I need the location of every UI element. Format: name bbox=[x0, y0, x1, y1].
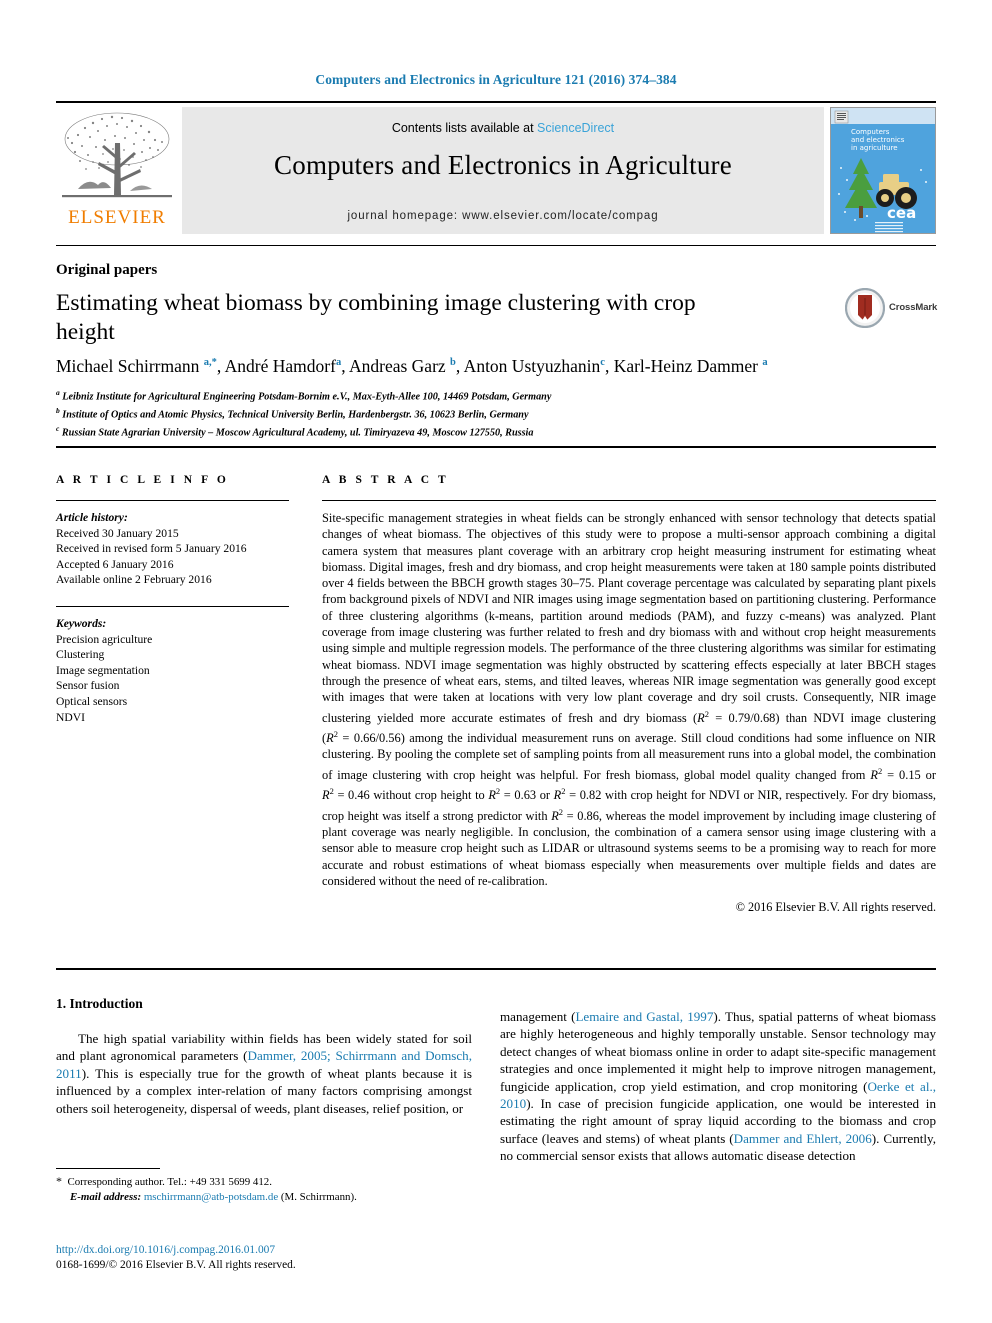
footer-block: http://dx.doi.org/10.1016/j.compag.2016.… bbox=[56, 1243, 556, 1273]
running-head: Computers and Electronics in Agriculture… bbox=[315, 72, 677, 87]
keyword-item: Optical sensors bbox=[56, 694, 128, 708]
email-note: E-mail address: mschirrmann@atb-potsdam.… bbox=[70, 1190, 357, 1203]
intro-paragraph-right: management (Lemaire and Gastal, 1997). T… bbox=[500, 1009, 937, 1164]
contents-available-line: Contents lists available at ScienceDirec… bbox=[182, 121, 824, 135]
crossmark-icon bbox=[844, 287, 886, 329]
article-history-list: Received 30 January 2015 Received in rev… bbox=[56, 526, 289, 588]
affiliation-item: b Institute of Optics and Atomic Physics… bbox=[56, 405, 529, 421]
article-info-column: A R T I C L E I N F O Article history: R… bbox=[56, 474, 289, 725]
corresponding-author-note: * Corresponding author. Tel.: +49 331 56… bbox=[56, 1174, 272, 1188]
intro-paragraph-left: The high spatial variability within fiel… bbox=[56, 1031, 472, 1116]
keywords-rule bbox=[56, 605, 289, 607]
keyword-item: NDVI bbox=[56, 710, 85, 724]
keywords-label: Keywords: bbox=[56, 616, 107, 630]
article-type-kicker: Original papers bbox=[56, 262, 158, 278]
svg-text:Computers: Computers bbox=[851, 128, 890, 136]
keywords-block: Keywords: Precision agriculture Clusteri… bbox=[56, 605, 289, 725]
article-info-rule bbox=[56, 500, 289, 501]
elsevier-tree-icon bbox=[62, 112, 172, 198]
keyword-item: Image segmentation bbox=[56, 663, 150, 677]
history-item: Accepted 6 January 2016 bbox=[56, 557, 174, 571]
body-column-right: management (Lemaire and Gastal, 1997). T… bbox=[500, 1008, 936, 1165]
affiliation-list: a Leibniz Institute for Agricultural Eng… bbox=[56, 386, 936, 440]
paper-page: Computers and Electronics in Agriculture… bbox=[0, 0, 992, 1323]
title-divider bbox=[56, 245, 936, 246]
doi-link[interactable]: http://dx.doi.org/10.1016/j.compag.2016.… bbox=[56, 1243, 556, 1258]
sciencedirect-link[interactable]: ScienceDirect bbox=[537, 121, 614, 135]
journal-cover-art: Computers and electronics in agriculture bbox=[831, 108, 935, 233]
article-info-heading: A R T I C L E I N F O bbox=[56, 474, 229, 486]
abstract-rule bbox=[322, 500, 936, 501]
keyword-item: Clustering bbox=[56, 648, 105, 662]
journal-title: Computers and Electronics in Agriculture bbox=[274, 150, 732, 180]
abstract-bottom-rule bbox=[56, 968, 936, 970]
footnote-block: * Corresponding author. Tel.: +49 331 56… bbox=[56, 1174, 472, 1204]
article-history-label: Article history: bbox=[56, 511, 128, 524]
abstract-heading: A B S T R A C T bbox=[322, 474, 449, 486]
elsevier-wordmark: ELSEVIER bbox=[68, 207, 166, 228]
affiliation-item: a Leibniz Institute for Agricultural Eng… bbox=[56, 388, 552, 403]
svg-text:in agriculture: in agriculture bbox=[851, 144, 898, 152]
footnote-divider bbox=[56, 1168, 160, 1169]
abstract-top-rule bbox=[56, 446, 936, 448]
crossmark-label: CrossMark bbox=[889, 302, 938, 313]
journal-masthead: ELSEVIER Contents lists available at Sci… bbox=[56, 101, 936, 234]
contents-prefix: Contents lists available at bbox=[391, 121, 538, 135]
svg-text:cea: cea bbox=[887, 204, 916, 222]
elsevier-logo: ELSEVIER bbox=[56, 107, 178, 234]
abstract-column: A B S T R A C T Site-specific management… bbox=[322, 474, 936, 915]
journal-homepage-link[interactable]: journal homepage: www.elsevier.com/locat… bbox=[182, 210, 824, 222]
copyright-line: © 2016 Elsevier B.V. All rights reserved… bbox=[735, 900, 936, 915]
page-title: Estimating wheat biomass by combining im… bbox=[56, 290, 696, 345]
keyword-item: Sensor fusion bbox=[56, 679, 120, 693]
history-item: Received 30 January 2015 bbox=[56, 526, 179, 540]
history-item: Available online 2 February 2016 bbox=[56, 573, 212, 587]
body-column-left: The high spatial variability within fiel… bbox=[56, 1030, 472, 1117]
keyword-item: Precision agriculture bbox=[56, 632, 153, 646]
history-item: Received in revised form 5 January 2016 bbox=[56, 542, 247, 556]
journal-cover-thumbnail[interactable]: Computers and electronics in agriculture bbox=[830, 107, 936, 234]
crossmark-badge[interactable]: CrossMark bbox=[844, 287, 938, 332]
svg-text:and electronics: and electronics bbox=[851, 136, 905, 144]
masthead-center-panel: Contents lists available at ScienceDirec… bbox=[182, 107, 824, 234]
author-list: Michael Schirrmann a,*, André Hamdorfa, … bbox=[56, 355, 768, 376]
affiliation-item: c Russian State Agrarian University – Mo… bbox=[56, 423, 534, 439]
issn-copyright-line: 0168-1699/© 2016 Elsevier B.V. All right… bbox=[56, 1259, 296, 1271]
section-heading-introduction: 1. Introduction bbox=[56, 996, 143, 1011]
abstract-body: Site-specific management strategies in w… bbox=[322, 511, 937, 888]
